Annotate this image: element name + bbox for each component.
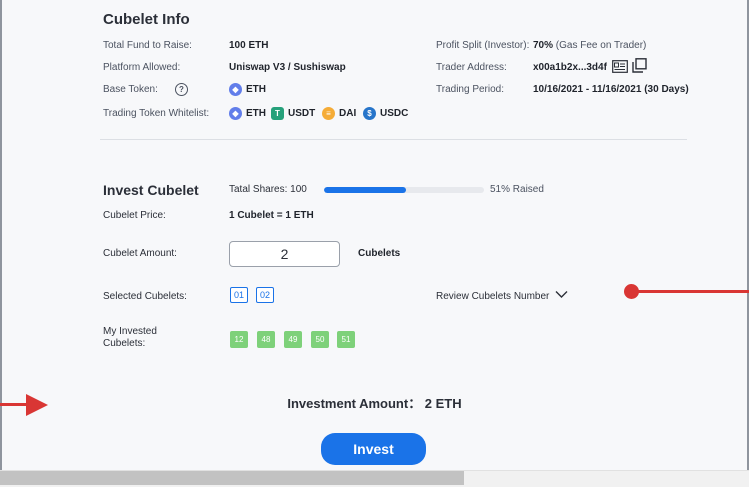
invest-cubelet-title: Invest Cubelet <box>103 182 199 198</box>
whitelist-token-label: ETH <box>246 108 266 119</box>
annotation-arrow-icon <box>26 394 48 416</box>
cubelet-price-value: 1 Cubelet = 1 ETH <box>229 210 314 221</box>
whitelist-token-dai: ≡ DAI <box>322 107 356 120</box>
selected-cubelet-chip[interactable]: 01 <box>230 287 248 303</box>
investment-amount: Investment Amount： 2 ETH <box>287 396 462 411</box>
whitelist-token-label: USDT <box>288 108 316 119</box>
whitelist-token-usdc: $ USDC <box>363 107 408 120</box>
total-fund-label: Total Fund to Raise: <box>103 40 192 51</box>
invested-cubelet-chip: 49 <box>284 331 302 348</box>
whitelist-token-eth: ◆ ETH <box>229 107 266 120</box>
chevron-down-icon[interactable] <box>555 290 568 299</box>
profit-split-percent: 70% <box>533 40 554 51</box>
id-card-icon[interactable] <box>612 60 628 73</box>
dai-icon: ≡ <box>322 107 335 120</box>
annotation-line <box>636 290 749 293</box>
profit-split-value: 70% (Gas Fee on Trader) <box>533 40 646 51</box>
whitelist-token-usdt: T USDT <box>271 107 315 120</box>
invested-cubelet-chip: 50 <box>311 331 329 348</box>
copy-icon[interactable] <box>632 58 647 73</box>
trader-address-value: x00a1b2x...3d4f <box>533 62 607 73</box>
annotation-arrow-shaft <box>0 403 28 406</box>
cubelet-amount-unit: Cubelets <box>358 248 401 259</box>
invested-cubelet-chip: 48 <box>257 331 275 348</box>
invested-cubelet-chip: 12 <box>230 331 248 348</box>
cubelet-amount-input[interactable]: 2 <box>229 241 340 267</box>
trader-address-label: Trader Address: <box>436 62 507 73</box>
eth-icon: ◆ <box>229 107 242 120</box>
cubelet-price-label: Cubelet Price: <box>103 210 166 221</box>
usdt-icon: T <box>271 107 284 120</box>
help-icon[interactable]: ? <box>175 83 188 96</box>
usdc-icon: $ <box>363 107 376 120</box>
eth-icon: ◆ <box>229 83 242 96</box>
annotation-dot <box>624 284 639 299</box>
raised-percent-label: 51% Raised <box>490 184 544 195</box>
raise-progress-bar <box>324 187 484 193</box>
my-invested-label: My Invested Cubelets: <box>103 326 157 350</box>
trading-period-label: Trading Period: <box>436 84 504 95</box>
profit-split-note: (Gas Fee on Trader) <box>555 40 647 51</box>
total-shares-label: Tatal Shares: 100 <box>229 184 307 195</box>
raise-progress-fill <box>324 187 406 193</box>
invested-cubelet-chip: 51 <box>337 331 355 348</box>
trading-period-value: 10/16/2021 - 11/16/2021 (30 Days) <box>533 84 689 95</box>
base-token-value: ◆ ETH <box>229 83 266 96</box>
my-invested-label-line2: Cubelets: <box>103 338 146 349</box>
selected-cubelet-chip[interactable]: 02 <box>256 287 274 303</box>
whitelist-token-label: USDC <box>380 108 409 119</box>
selected-cubelets-label: Selected Cubelets: <box>103 291 187 302</box>
profit-split-label: Profit Split (Investor): <box>436 40 530 51</box>
invest-button[interactable]: Invest <box>321 433 426 465</box>
review-cubelets-label[interactable]: Review Cubelets Number <box>436 291 549 302</box>
whitelist-token-label: DAI <box>339 108 357 119</box>
platform-label: Platform Allowed: <box>103 62 181 73</box>
base-token-symbol: ETH <box>246 84 266 95</box>
cubelet-info-title: Cubelet Info <box>103 11 190 28</box>
platform-value: Uniswap V3 / Sushiswap <box>229 62 346 73</box>
whitelist-label: Trading Token Whitelist: <box>103 108 210 119</box>
section-divider <box>100 139 687 140</box>
total-fund-value: 100 ETH <box>229 40 269 51</box>
base-token-label: Base Token: <box>103 84 158 95</box>
horizontal-scrollbar-thumb[interactable] <box>0 471 464 485</box>
cubelet-amount-label: Cubelet Amount: <box>103 248 177 259</box>
my-invested-label-line1: My Invested <box>103 326 157 337</box>
